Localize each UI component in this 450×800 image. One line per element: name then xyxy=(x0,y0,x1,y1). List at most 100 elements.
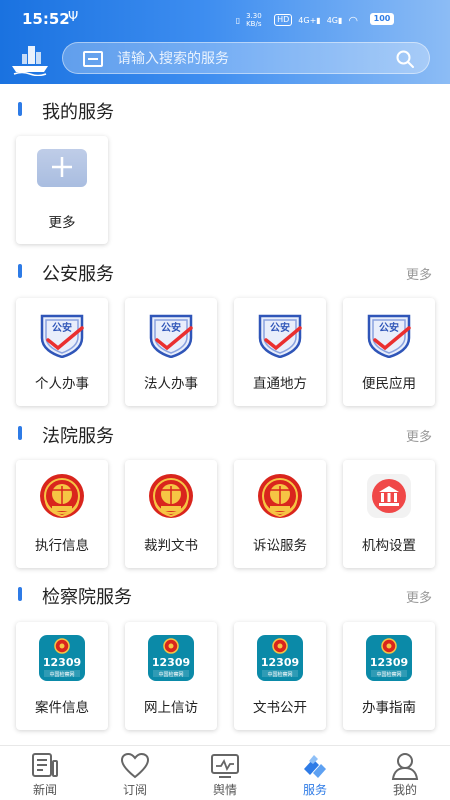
badge-number: 12309 xyxy=(152,656,190,669)
procuratorate-card-2[interactable]: 12309 中国检察网 网上信访 xyxy=(125,622,217,730)
scan-icon[interactable] xyxy=(83,51,103,67)
section-court: 法院服务 更多 xyxy=(0,422,450,447)
court-card-1[interactable]: 执行信息 xyxy=(16,460,108,568)
procuratorate-12309-icon: 12309 中国检察网 xyxy=(38,634,86,682)
status-bar: 15:52 Ψ ▯ 3.30 KB/s HD 4G+▮ 4G▮ ◠ 100 xyxy=(0,0,450,34)
tab-mine[interactable]: 我的 xyxy=(360,746,450,800)
badge-caption: 中国检察网 xyxy=(49,671,74,678)
procuratorate-card-3[interactable]: 12309 中国检察网 文书公开 xyxy=(234,622,326,730)
search-icon[interactable] xyxy=(395,49,415,69)
status-time: 15:52 xyxy=(22,10,70,28)
badge-number: 12309 xyxy=(43,656,81,669)
procuratorate-more-link[interactable]: 更多 xyxy=(406,587,432,606)
wifi-icon: ◠ xyxy=(348,13,358,27)
institution-icon xyxy=(365,472,413,520)
status-indicators: ▯ 3.30 KB/s HD 4G+▮ 4G▮ ◠ xyxy=(236,12,358,28)
procuratorate-12309-icon: 12309 中国检察网 xyxy=(365,634,413,682)
card-label: 文书公开 xyxy=(253,700,307,716)
court-card-3[interactable]: 诉讼服务 xyxy=(234,460,326,568)
police-badge-text: 公安 xyxy=(379,321,399,334)
card-label: 办事指南 xyxy=(362,700,416,716)
card-label: 裁判文书 xyxy=(144,538,198,554)
card-label: 网上信访 xyxy=(144,700,198,716)
badge-caption: 中国检察网 xyxy=(158,671,183,678)
police-badge-text: 公安 xyxy=(52,321,72,334)
court-card-4[interactable]: 机构设置 xyxy=(343,460,435,568)
add-service-tile xyxy=(37,149,87,187)
tab-news[interactable]: 新闻 xyxy=(0,746,90,800)
procuratorate-12309-icon: 12309 中国检察网 xyxy=(147,634,195,682)
badge-caption: 中国检察网 xyxy=(376,671,401,678)
section-accent-bar xyxy=(18,587,22,601)
procuratorate-12309-icon: 12309 中国检察网 xyxy=(256,634,304,682)
tab-service[interactable]: 服务 xyxy=(270,746,360,800)
badge-number: 12309 xyxy=(261,656,299,669)
card-label: 诉讼服务 xyxy=(253,538,307,554)
procuratorate-card-4[interactable]: 12309 中国检察网 办事指南 xyxy=(343,622,435,730)
tab-label: 服务 xyxy=(302,783,327,797)
my-services-more-card[interactable]: 更多 xyxy=(16,136,108,244)
police-card-2[interactable]: 公安 法人办事 xyxy=(125,298,217,406)
police-card-4[interactable]: 公安 便民应用 xyxy=(343,298,435,406)
section-title: 法院服务 xyxy=(42,426,114,447)
search-input[interactable] xyxy=(117,47,377,71)
court-emblem-icon xyxy=(38,472,86,520)
section-title: 我的服务 xyxy=(42,102,114,123)
heart-icon xyxy=(120,752,150,779)
battery-icon: 100 xyxy=(370,13,394,25)
tab-public-opinion[interactable]: 舆情 xyxy=(180,746,270,800)
hd-icon: HD xyxy=(274,14,293,26)
signal-icon: 4G+▮ xyxy=(298,15,321,25)
section-title: 公安服务 xyxy=(42,264,114,285)
app-logo-icon xyxy=(12,46,48,76)
court-emblem-icon xyxy=(147,472,195,520)
news-icon xyxy=(32,753,58,777)
plus-icon xyxy=(52,157,72,177)
police-badge-icon: 公安 xyxy=(365,310,413,359)
net-speed: 3.30 KB/s xyxy=(246,12,262,28)
court-card-2[interactable]: 裁判文书 xyxy=(125,460,217,568)
procuratorate-card-1[interactable]: 12309 中国检察网 案件信息 xyxy=(16,622,108,730)
section-accent-bar xyxy=(18,264,22,278)
tab-label: 订阅 xyxy=(122,783,147,797)
police-card-3[interactable]: 公安 直通地方 xyxy=(234,298,326,406)
section-title: 检察院服务 xyxy=(42,587,132,608)
card-label: 机构设置 xyxy=(362,538,416,554)
police-card-1[interactable]: 公安 个人办事 xyxy=(16,298,108,406)
header: 15:52 Ψ ▯ 3.30 KB/s HD 4G+▮ 4G▮ ◠ 100 xyxy=(0,0,450,84)
police-badge-icon: 公安 xyxy=(38,310,86,359)
tab-subscribe[interactable]: 订阅 xyxy=(90,746,180,800)
bottom-tab-bar: 新闻 订阅 舆情 服务 我的 xyxy=(0,745,450,800)
court-more-link[interactable]: 更多 xyxy=(406,426,432,445)
user-icon xyxy=(391,753,419,780)
police-badge-text: 公安 xyxy=(270,321,290,334)
section-accent-bar xyxy=(18,426,22,440)
police-badge-icon: 公安 xyxy=(147,310,195,359)
card-label: 执行信息 xyxy=(35,538,89,554)
card-label: 法人办事 xyxy=(144,376,198,392)
police-badge-icon: 公安 xyxy=(256,310,304,359)
search-bar[interactable] xyxy=(62,42,430,74)
badge-caption: 中国检察网 xyxy=(267,671,292,678)
tab-label: 新闻 xyxy=(32,783,57,797)
section-my-services: 我的服务 xyxy=(0,98,450,123)
usb-icon: Ψ xyxy=(68,10,79,25)
card-label: 直通地方 xyxy=(253,376,307,392)
card-label: 案件信息 xyxy=(35,700,89,716)
monitor-icon xyxy=(211,754,239,778)
tab-label: 我的 xyxy=(392,783,417,797)
tab-label: 舆情 xyxy=(212,783,237,797)
police-badge-text: 公安 xyxy=(161,321,181,334)
section-accent-bar xyxy=(18,102,22,116)
section-police: 公安服务 更多 xyxy=(0,260,450,285)
section-procuratorate: 检察院服务 更多 xyxy=(0,583,450,608)
card-label: 更多 xyxy=(48,215,76,231)
service-icon xyxy=(304,755,326,778)
court-emblem-icon xyxy=(256,472,304,520)
vibrate-icon: ▯ xyxy=(235,15,241,25)
card-label: 便民应用 xyxy=(362,376,416,392)
badge-number: 12309 xyxy=(370,656,408,669)
police-more-link[interactable]: 更多 xyxy=(406,264,432,283)
card-label: 个人办事 xyxy=(35,376,89,392)
signal-icon-2: 4G▮ xyxy=(326,15,343,25)
